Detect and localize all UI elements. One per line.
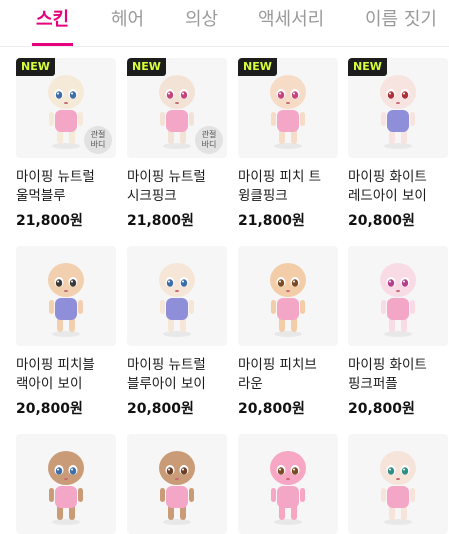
product-image[interactable] bbox=[238, 246, 338, 346]
product-name[interactable]: 마이핑 피치 트윙클핑크 bbox=[238, 168, 350, 208]
product-card[interactable] bbox=[238, 434, 338, 534]
tab-skin[interactable]: 스킨 bbox=[31, 0, 74, 46]
doll-image bbox=[159, 263, 195, 337]
jointed-body-badge: 관절 바디 bbox=[84, 126, 112, 154]
product-image[interactable] bbox=[127, 434, 227, 534]
category-tabs: 스킨 헤어 의상 액세서리 이름 짓기 bbox=[0, 0, 449, 47]
doll-image bbox=[270, 263, 306, 337]
product-card[interactable]: NEW 관절 바디마이핑 뉴트럴시크핑크 21,800원 bbox=[127, 58, 227, 233]
tab-accessories[interactable]: 액세서리 bbox=[258, 0, 324, 44]
product-price: 21,800원 bbox=[238, 213, 305, 229]
tab-naming[interactable]: 이름 짓기 bbox=[365, 0, 437, 44]
product-card[interactable] bbox=[16, 434, 116, 534]
new-badge: NEW bbox=[348, 58, 387, 76]
product-image[interactable] bbox=[348, 434, 448, 534]
product-card[interactable] bbox=[127, 434, 227, 534]
doll-image bbox=[159, 451, 195, 525]
product-name-line1: 마이핑 피치블 bbox=[16, 357, 95, 373]
doll-image bbox=[270, 451, 306, 525]
new-badge: NEW bbox=[16, 58, 55, 76]
product-image[interactable] bbox=[16, 434, 116, 534]
product-name[interactable]: 마이핑 뉴트럴시크핑크 bbox=[127, 168, 239, 208]
product-image[interactable] bbox=[127, 246, 227, 346]
doll-image bbox=[48, 451, 84, 525]
product-name[interactable]: 마이핑 피치브라운 bbox=[238, 356, 350, 396]
product-price: 20,800원 bbox=[348, 401, 415, 417]
product-name-line1: 마이핑 피치브 bbox=[238, 357, 317, 373]
product-name-line2: 시크핑크 bbox=[127, 188, 177, 204]
product-image[interactable]: NEW 관절 바디 bbox=[127, 58, 227, 158]
product-image[interactable] bbox=[238, 434, 338, 534]
product-name-line2: 울먹블루 bbox=[16, 188, 66, 204]
product-name-line2: 레드아이 보이 bbox=[348, 188, 427, 204]
new-badge: NEW bbox=[127, 58, 166, 76]
jointed-body-badge: 관절 바디 bbox=[195, 126, 223, 154]
product-name[interactable]: 마이핑 화이트핑크퍼플 bbox=[348, 356, 449, 396]
jointed-body-label: 관절 바디 bbox=[201, 130, 217, 149]
product-name[interactable]: 마이핑 뉴트럴울먹블루 bbox=[16, 168, 128, 208]
product-name-line1: 마이핑 뉴트럴 bbox=[16, 169, 95, 185]
product-image[interactable]: NEW bbox=[348, 58, 448, 158]
product-card[interactable]: 마이핑 피치브라운 20,800원 bbox=[238, 246, 338, 421]
product-name-line2: 랙아이 보이 bbox=[16, 376, 83, 392]
doll-image bbox=[270, 75, 306, 149]
new-badge: NEW bbox=[238, 58, 277, 76]
product-name-line2: 블루아이 보이 bbox=[127, 376, 206, 392]
product-card[interactable]: NEW 마이핑 화이트레드아이 보이 20,800원 bbox=[348, 58, 448, 233]
product-card[interactable]: 마이핑 피치블랙아이 보이 20,800원 bbox=[16, 246, 116, 421]
product-price: 20,800원 bbox=[16, 401, 83, 417]
product-image[interactable] bbox=[348, 246, 448, 346]
jointed-body-label: 관절 바디 bbox=[90, 130, 106, 149]
product-card[interactable]: 마이핑 뉴트럴블루아이 보이 20,800원 bbox=[127, 246, 227, 421]
tab-clothes[interactable]: 의상 bbox=[185, 0, 218, 44]
doll-image bbox=[380, 451, 416, 525]
doll-image bbox=[380, 75, 416, 149]
product-name[interactable]: 마이핑 화이트레드아이 보이 bbox=[348, 168, 449, 208]
product-image[interactable]: NEW bbox=[238, 58, 338, 158]
product-price: 21,800원 bbox=[16, 213, 83, 229]
product-image[interactable]: NEW 관절 바디 bbox=[16, 58, 116, 158]
product-price: 21,800원 bbox=[127, 213, 194, 229]
product-name[interactable]: 마이핑 피치블랙아이 보이 bbox=[16, 356, 128, 396]
product-name-line2: 윙클핑크 bbox=[238, 188, 288, 204]
doll-image bbox=[380, 263, 416, 337]
product-name-line2: 라운 bbox=[238, 376, 263, 392]
product-name-line1: 마이핑 화이트 bbox=[348, 357, 427, 373]
product-name[interactable]: 마이핑 뉴트럴블루아이 보이 bbox=[127, 356, 239, 396]
product-name-line1: 마이핑 화이트 bbox=[348, 169, 427, 185]
product-name-line2: 핑크퍼플 bbox=[348, 376, 398, 392]
product-card[interactable] bbox=[348, 434, 448, 534]
product-price: 20,800원 bbox=[348, 213, 415, 229]
product-name-line1: 마이핑 뉴트럴 bbox=[127, 169, 206, 185]
tab-hair[interactable]: 헤어 bbox=[111, 0, 144, 44]
product-price: 20,800원 bbox=[127, 401, 194, 417]
product-image[interactable] bbox=[16, 246, 116, 346]
product-price: 20,800원 bbox=[238, 401, 305, 417]
product-card[interactable]: 마이핑 화이트핑크퍼플 20,800원 bbox=[348, 246, 448, 421]
product-card[interactable]: NEW 마이핑 피치 트윙클핑크 21,800원 bbox=[238, 58, 338, 233]
product-name-line1: 마이핑 피치 트 bbox=[238, 169, 322, 185]
product-name-line1: 마이핑 뉴트럴 bbox=[127, 357, 206, 373]
doll-image bbox=[48, 263, 84, 337]
product-card[interactable]: NEW 관절 바디마이핑 뉴트럴울먹블루 21,800원 bbox=[16, 58, 116, 233]
